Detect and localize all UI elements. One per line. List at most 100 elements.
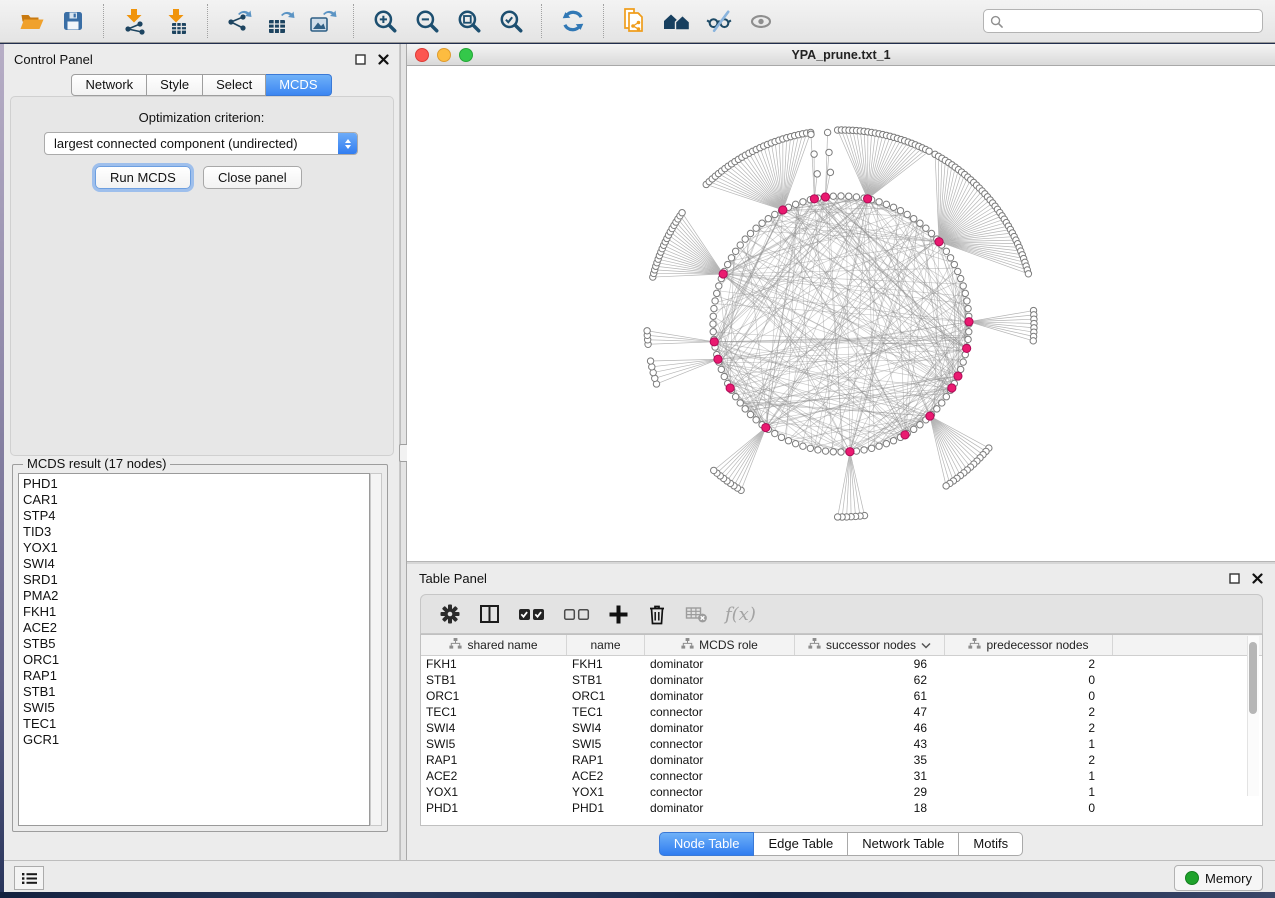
task-history-button[interactable] [14,866,44,890]
table-cell: PHD1 [567,800,645,816]
table-row[interactable]: ACE2ACE2connector311 [421,768,1262,784]
select-all-checkboxes-icon[interactable] [518,606,546,623]
mcds-result-item[interactable]: TEC1 [23,716,369,732]
mcds-result-group: MCDS result (17 nodes) PHD1CAR1STP4TID3Y… [12,464,388,832]
mcds-result-item[interactable]: CAR1 [23,492,369,508]
mcds-result-item[interactable]: FKH1 [23,604,369,620]
delete-column-icon[interactable] [646,603,668,626]
desktop-wallpaper-bottom [0,892,1275,898]
table-row[interactable]: PHD1PHD1dominator180 [421,800,1262,816]
search-field[interactable] [983,9,1263,33]
optimization-criterion-select[interactable]: largest connected component (undirected) [44,132,358,155]
column-header-successor-nodes[interactable]: successor nodes [795,635,945,655]
export-image-icon[interactable] [304,5,342,37]
network-home-icon[interactable] [658,5,696,37]
table-cell: PHD1 [421,800,567,816]
close-panel-icon[interactable] [1252,573,1263,584]
zoom-selected-icon[interactable] [492,5,530,37]
close-panel-button[interactable]: Close panel [203,166,302,189]
table-cell: 1 [945,736,1113,752]
zoom-fit-icon[interactable] [450,5,488,37]
mcds-result-item[interactable]: SWI4 [23,556,369,572]
tab-motifs[interactable]: Motifs [959,832,1023,856]
table-row[interactable]: YOX1YOX1connector291 [421,784,1262,800]
export-network-icon[interactable] [220,5,258,37]
mcds-result-item[interactable]: RAP1 [23,668,369,684]
column-header-shared-name[interactable]: shared name [421,635,567,655]
gear-icon[interactable] [439,603,461,625]
open-session-icon[interactable] [12,5,50,37]
split-columns-icon[interactable] [478,603,501,625]
save-session-icon[interactable] [54,5,92,37]
add-column-icon[interactable] [608,604,629,625]
delete-table-icon[interactable] [685,604,708,624]
column-header-label: name [590,638,620,652]
table-cell: connector [645,736,795,752]
mcds-result-list[interactable]: PHD1CAR1STP4TID3YOX1SWI4SRD1PMA2FKH1ACE2… [18,473,370,826]
run-mcds-button[interactable]: Run MCDS [95,166,191,189]
mcds-result-item[interactable]: SRD1 [23,572,369,588]
mcds-result-item[interactable]: TID3 [23,524,369,540]
table-cell: TEC1 [567,704,645,720]
deselect-all-checkboxes-icon[interactable] [563,606,591,623]
mcds-result-item[interactable]: PMA2 [23,588,369,604]
mcds-result-item[interactable]: ORC1 [23,652,369,668]
zoom-out-icon[interactable] [408,5,446,37]
network-canvas[interactable] [407,66,1275,562]
column-header-predecessor-nodes[interactable]: predecessor nodes [945,635,1113,655]
import-table-icon[interactable] [158,5,196,37]
share-document-icon[interactable] [616,5,654,37]
network-window-title: YPA_prune.txt_1 [407,48,1275,62]
export-table-icon[interactable] [262,5,300,37]
table-row[interactable]: ORC1ORC1dominator610 [421,688,1262,704]
table-cell: dominator [645,720,795,736]
tab-mcds[interactable]: MCDS [266,74,331,96]
mcds-result-item[interactable]: GCR1 [23,732,369,748]
tab-node-table[interactable]: Node Table [659,832,755,856]
table-cell: FKH1 [421,656,567,672]
mcds-result-item[interactable]: STB5 [23,636,369,652]
search-input[interactable] [1007,11,1256,31]
hide-glasses-icon[interactable] [700,5,738,37]
mcds-result-item[interactable]: STP4 [23,508,369,524]
table-scrollbar-thumb[interactable] [1249,642,1257,714]
mcds-result-item[interactable]: PHD1 [23,476,369,492]
tab-style[interactable]: Style [147,74,203,96]
mcds-list-scrollbar[interactable] [370,473,382,826]
table-row[interactable]: SWI5SWI5connector431 [421,736,1262,752]
function-builder-icon[interactable]: f(x) [725,604,756,625]
table-panel-title: Table Panel [419,571,487,586]
table-cell: 47 [795,704,945,720]
refresh-layout-icon[interactable] [554,5,592,37]
table-row[interactable]: RAP1RAP1dominator352 [421,752,1262,768]
tab-network[interactable]: Network [71,74,147,96]
column-header-filler [1113,635,1262,655]
table-row[interactable]: STB1STB1dominator620 [421,672,1262,688]
memory-button[interactable]: Memory [1174,865,1263,891]
column-header-label: predecessor nodes [986,638,1088,652]
import-network-icon[interactable] [116,5,154,37]
task-list-icon [21,872,38,885]
zoom-in-icon[interactable] [366,5,404,37]
table-row[interactable]: SWI4SWI4dominator462 [421,720,1262,736]
float-panel-icon[interactable] [1229,573,1240,584]
table-cell: dominator [645,656,795,672]
mcds-result-item[interactable]: YOX1 [23,540,369,556]
table-row[interactable]: TEC1TEC1connector472 [421,704,1262,720]
table-scrollbar[interactable] [1247,636,1259,796]
table-hierarchy-icon [968,638,981,652]
mcds-result-item[interactable]: SWI5 [23,700,369,716]
mcds-result-item[interactable]: STB1 [23,684,369,700]
tab-network-table[interactable]: Network Table [848,832,959,856]
column-header-MCDS-role[interactable]: MCDS role [645,635,795,655]
close-panel-icon[interactable] [378,54,389,65]
network-window-titlebar[interactable]: YPA_prune.txt_1 [407,44,1275,66]
table-cell: 0 [945,688,1113,704]
float-panel-icon[interactable] [355,54,366,65]
tab-edge-table[interactable]: Edge Table [754,832,848,856]
table-row[interactable]: FKH1FKH1dominator962 [421,656,1262,672]
column-header-name[interactable]: name [567,635,645,655]
tab-select[interactable]: Select [203,74,266,96]
show-eye-icon[interactable] [742,5,780,37]
mcds-result-item[interactable]: ACE2 [23,620,369,636]
